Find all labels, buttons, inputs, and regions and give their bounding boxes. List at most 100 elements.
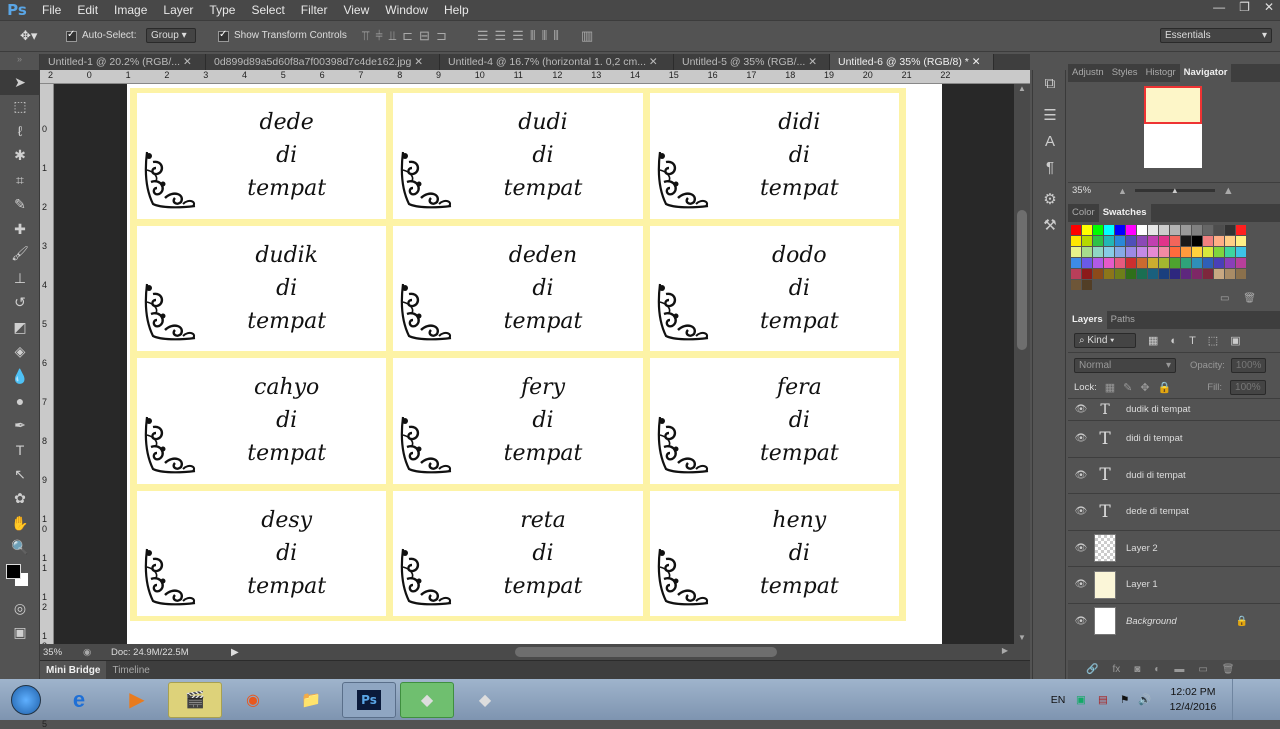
color-swatch[interactable] (1181, 258, 1191, 268)
navigator-view-box[interactable] (1144, 86, 1202, 124)
tab-navigator[interactable]: Navigator (1179, 64, 1232, 82)
hand-tool-icon[interactable]: ✋ (0, 511, 40, 536)
marquee-tool-icon[interactable]: ⬚ (0, 95, 40, 120)
color-swatch[interactable] (1104, 225, 1114, 235)
color-swatch[interactable] (1104, 236, 1114, 246)
workspace-dropdown[interactable]: Essentials ▾ (1160, 28, 1272, 43)
color-swatch[interactable] (1115, 225, 1125, 235)
tab-swatches[interactable]: Swatches (1098, 204, 1151, 222)
vertical-scroll-thumb[interactable] (1017, 210, 1027, 350)
color-swatch[interactable] (1203, 236, 1213, 246)
color-swatch[interactable] (1181, 225, 1191, 235)
color-swatch[interactable] (1203, 247, 1213, 257)
auto-select-checkbox[interactable] (66, 29, 77, 42)
video-editor-icon[interactable]: 🎬 (168, 681, 222, 718)
color-swatch[interactable] (1236, 225, 1246, 235)
media-player-icon[interactable]: ▶ (110, 682, 164, 718)
color-swatch[interactable] (1104, 247, 1114, 257)
color-swatch[interactable] (1214, 269, 1224, 279)
eye-icon[interactable]: 👁 (1068, 506, 1094, 517)
scroll-down-icon[interactable]: ▼ (1018, 633, 1026, 642)
foreground-color-swatch[interactable] (6, 564, 21, 579)
menu-type[interactable]: Type (201, 0, 243, 20)
menu-help[interactable]: Help (436, 0, 477, 20)
filter-type-icon[interactable]: T (1189, 335, 1196, 347)
brush-tool-icon[interactable]: 🖌 (0, 242, 40, 267)
color-swatch[interactable] (1214, 225, 1224, 235)
app-icon-2[interactable]: ◆ (458, 682, 512, 718)
menu-filter[interactable]: Filter (293, 0, 336, 20)
color-swatch[interactable] (1225, 258, 1235, 268)
app-icon[interactable]: ◆ (400, 681, 454, 718)
filter-adjustment-icon[interactable]: ◐ (1170, 335, 1177, 347)
color-swatch[interactable] (1115, 258, 1125, 268)
tab-untitled-6[interactable]: Untitled-6 @ 35% (RGB/8) * ✕ (830, 54, 994, 70)
name-card[interactable]: heny di tempat (649, 490, 899, 616)
delete-swatch-icon[interactable]: 🗑 (1243, 293, 1256, 304)
new-swatch-icon[interactable]: ▭ (1220, 293, 1229, 304)
color-swatch[interactable] (1071, 236, 1081, 246)
auto-select-dropdown[interactable]: Group ▾ (146, 28, 196, 43)
color-swatch[interactable] (1071, 247, 1081, 257)
color-swatch[interactable] (1093, 269, 1103, 279)
scroll-right-icon[interactable]: ▶ (1002, 646, 1008, 655)
align-vcenter-icon[interactable]: ⫩ (375, 28, 382, 44)
layer-row[interactable]: 👁 T dede di tempat (1068, 494, 1280, 531)
eraser-tool-icon[interactable]: ◩ (0, 315, 40, 340)
navigator-zoom[interactable]: 35% (1068, 185, 1118, 196)
zoom-slider[interactable]: ▲ (1134, 186, 1215, 195)
color-swatch[interactable] (1225, 225, 1235, 235)
color-swatch[interactable] (1071, 269, 1081, 279)
color-swatch[interactable] (1192, 258, 1202, 268)
color-swatch[interactable] (1159, 258, 1169, 268)
layer-row[interactable]: 👁 T dudi di tempat (1068, 457, 1280, 494)
photoshop-taskbar-icon[interactable]: Ps (342, 681, 396, 718)
color-swatch[interactable] (1104, 269, 1114, 279)
tool-presets-icon[interactable]: ⚒ (1033, 212, 1067, 238)
color-swatch[interactable] (1082, 269, 1092, 279)
file-explorer-icon[interactable]: 📁 (284, 682, 338, 718)
tab-untitled-5[interactable]: Untitled-5 @ 35% (RGB/... ✕ (674, 54, 830, 70)
color-swatch[interactable] (1203, 225, 1213, 235)
color-swatch[interactable] (1225, 247, 1235, 257)
color-swatch[interactable] (1159, 247, 1169, 257)
color-swatch[interactable] (1071, 258, 1081, 268)
tray-app-icon[interactable]: ▣ (1076, 694, 1098, 706)
fill-field[interactable]: 100% (1230, 380, 1266, 395)
name-card[interactable]: didi di tempat (649, 93, 899, 219)
lock-position-icon[interactable]: ✥ (1140, 381, 1149, 394)
character-icon[interactable]: A (1033, 128, 1067, 154)
filter-pixel-icon[interactable]: ▦ (1148, 334, 1158, 347)
distribute-bottom-icon[interactable]: ☰ (512, 28, 524, 44)
layer-name[interactable]: dudik di tempat (1126, 404, 1190, 415)
quick-mask-icon[interactable]: ◎ (0, 596, 40, 621)
color-swatch[interactable] (1203, 269, 1213, 279)
color-swatch[interactable] (1137, 269, 1147, 279)
color-swatch[interactable] (1148, 225, 1158, 235)
shape-tool-icon[interactable]: ✿ (0, 487, 40, 512)
layer-name[interactable]: dede di tempat (1126, 506, 1189, 517)
paint-bucket-tool-icon[interactable]: ◈ (0, 340, 40, 365)
healing-brush-tool-icon[interactable]: ✚ (0, 217, 40, 242)
screen-mode-icon[interactable]: ▣ (0, 621, 40, 646)
magic-wand-tool-icon[interactable]: ✱ (0, 144, 40, 169)
menu-edit[interactable]: Edit (69, 0, 106, 20)
layer-name[interactable]: Layer 1 (1126, 579, 1158, 590)
color-swatch[interactable] (1126, 269, 1136, 279)
menu-view[interactable]: View (335, 0, 377, 20)
color-swatch[interactable] (1236, 247, 1246, 257)
color-swatch[interactable] (1137, 258, 1147, 268)
color-swatch[interactable] (1170, 225, 1180, 235)
color-swatch[interactable] (1126, 247, 1136, 257)
dodge-tool-icon[interactable]: ● (0, 389, 40, 414)
layer-row[interactable]: 👁 T didi di tempat (1068, 421, 1280, 458)
color-swatch[interactable] (1093, 225, 1103, 235)
path-selection-tool-icon[interactable]: ↖ (0, 462, 40, 487)
scroll-up-icon[interactable]: ▲ (1018, 84, 1026, 93)
color-swatch[interactable] (1170, 247, 1180, 257)
properties-icon[interactable]: ☰ (1033, 102, 1067, 128)
blend-mode-dropdown[interactable]: Normal ▾ (1074, 357, 1176, 373)
tab-timeline[interactable]: Timeline (106, 665, 155, 676)
menu-select[interactable]: Select (243, 0, 292, 20)
color-swatch[interactable] (1236, 236, 1246, 246)
